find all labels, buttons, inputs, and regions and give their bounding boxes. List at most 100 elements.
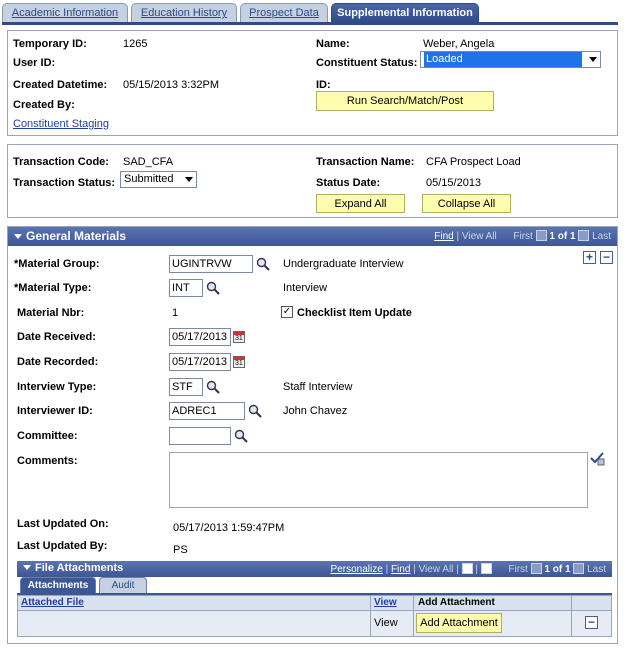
grid-icon[interactable] <box>480 563 492 574</box>
personalize-link[interactable]: Personalize <box>331 564 383 575</box>
tab-prospect-data[interactable]: Prospect Data <box>240 3 328 23</box>
checklist-item-update-checkbox[interactable]: ✓ <box>281 306 293 318</box>
status-date-label: Status Date: <box>316 177 381 189</box>
tab-supplemental-information[interactable]: Supplemental Information <box>331 3 479 23</box>
nav-separator: | <box>456 231 460 242</box>
view-all-text: View All <box>418 564 454 575</box>
date-received-input[interactable]: 05/17/2013 <box>169 328 231 346</box>
name-value: Weber, Angela <box>423 38 495 50</box>
transaction-status-label: Transaction Status: <box>13 177 116 189</box>
tab-education-history[interactable]: Education History <box>131 3 237 23</box>
material-group-description: Undergraduate Interview <box>283 258 404 270</box>
next-arrow-icon[interactable] <box>578 230 590 241</box>
material-group-input[interactable]: UGINTRVW <box>169 255 253 273</box>
header-panel: Temporary ID: 1265 User ID: Created Date… <box>7 30 618 136</box>
column-divider <box>413 611 414 636</box>
committee-input[interactable] <box>169 427 231 445</box>
interviewer-id-input[interactable]: ADREC1 <box>169 402 245 420</box>
attached-file-column-header[interactable]: Attached File <box>21 597 84 608</box>
delete-row-button[interactable]: − <box>600 251 613 264</box>
last-text: Last <box>587 564 606 575</box>
row-count: 1 of 1 <box>549 231 576 242</box>
temporary-id-value: 1265 <box>123 38 148 50</box>
interviewer-name: John Chavez <box>283 405 348 417</box>
last-updated-by-value: PS <box>173 544 188 556</box>
subtab-attachments[interactable]: Attachments <box>20 577 96 593</box>
date-recorded-label: Date Recorded: <box>17 356 99 368</box>
tab-academic-information[interactable]: Academic Information <box>2 3 128 23</box>
run-search-match-post-button[interactable]: Run Search/Match/Post <box>316 91 494 111</box>
constituent-staging-link[interactable]: Constituent Staging <box>13 118 109 130</box>
material-nbr-label: Material Nbr: <box>17 307 85 319</box>
last-text: Last <box>592 231 611 242</box>
next-arrow-icon[interactable] <box>573 563 585 574</box>
first-text: First <box>513 231 533 242</box>
material-type-label: *Material Type: <box>14 282 92 294</box>
calendar-icon[interactable] <box>233 356 245 368</box>
constituent-status-label: Constituent Status: <box>316 57 418 69</box>
view-column-header[interactable]: View <box>374 597 397 608</box>
material-type-description: Interview <box>283 282 328 294</box>
date-received-label: Date Received: <box>17 331 96 343</box>
attachments-grid-header: Attached File View Add Attachment <box>17 595 612 611</box>
material-group-label: *Material Group: <box>14 258 100 270</box>
lookup-icon[interactable] <box>248 404 262 418</box>
add-attachment-column-header: Add Attachment <box>418 597 495 608</box>
delete-row-button[interactable]: − <box>585 616 598 629</box>
name-label: Name: <box>316 38 350 50</box>
transaction-name-value: CFA Prospect Load <box>426 156 521 168</box>
status-date-value: 05/15/2013 <box>426 177 482 189</box>
row-count: 1 of 1 <box>544 564 571 575</box>
interview-type-input[interactable]: STF <box>169 378 203 396</box>
find-link[interactable]: Find <box>391 564 410 575</box>
material-type-input[interactable]: INT <box>169 279 203 297</box>
user-id-label: User ID: <box>13 57 56 69</box>
previous-arrow-icon[interactable] <box>530 563 542 574</box>
lookup-icon[interactable] <box>256 257 270 271</box>
calendar-icon[interactable] <box>233 331 245 343</box>
general-materials-nav: Find | View All First 1 of 1 Last <box>434 227 611 247</box>
interviewer-id-label: Interviewer ID: <box>17 405 93 417</box>
constituent-status-select[interactable]: Loaded <box>420 51 601 68</box>
table-row: View Add Attachment − <box>17 611 612 637</box>
created-datetime-value: 05/15/2013 3:32PM <box>123 79 220 91</box>
transaction-code-value: SAD_CFA <box>123 156 174 168</box>
transaction-name-label: Transaction Name: <box>316 156 415 168</box>
spell-check-icon[interactable] <box>589 450 605 466</box>
expand-all-button[interactable]: Expand All <box>316 194 405 213</box>
collapse-triangle-icon[interactable] <box>23 565 31 570</box>
column-divider <box>370 611 371 636</box>
file-attachments-nav: Personalize | Find | View All | | First … <box>330 563 606 575</box>
previous-arrow-icon[interactable] <box>535 230 547 241</box>
chevron-down-icon <box>589 57 597 62</box>
last-updated-on-value: 05/17/2013 1:59:47PM <box>173 522 285 534</box>
first-text: First <box>508 564 528 575</box>
column-divider <box>413 595 414 611</box>
download-icon[interactable] <box>461 563 473 574</box>
comments-label: Comments: <box>17 455 78 467</box>
transaction-status-select[interactable]: Submitted <box>120 171 197 188</box>
chevron-down-icon <box>185 177 193 182</box>
collapse-triangle-icon[interactable] <box>14 234 22 239</box>
collapse-all-button[interactable]: Collapse All <box>422 194 511 213</box>
view-cell: View <box>374 617 398 629</box>
column-divider <box>571 611 572 636</box>
last-updated-on-label: Last Updated On: <box>17 518 109 530</box>
tab-underline <box>2 22 618 25</box>
column-divider <box>370 595 371 611</box>
interview-type-description: Staff Interview <box>283 381 353 393</box>
date-recorded-input[interactable]: 05/17/2013 <box>169 353 231 371</box>
lookup-icon[interactable] <box>234 429 248 443</box>
add-attachment-button[interactable]: Add Attachment <box>416 613 502 633</box>
created-by-label: Created By: <box>13 99 75 111</box>
lookup-icon[interactable] <box>206 281 220 295</box>
subtab-audit[interactable]: Audit <box>99 577 147 593</box>
add-row-button[interactable]: + <box>583 251 596 264</box>
find-link[interactable]: Find <box>434 231 453 242</box>
constituent-status-value: Loaded <box>424 52 582 67</box>
comments-textarea[interactable] <box>169 452 588 508</box>
committee-label: Committee: <box>17 430 78 442</box>
checklist-item-update-label: Checklist Item Update <box>297 307 412 319</box>
lookup-icon[interactable] <box>206 380 220 394</box>
created-datetime-label: Created Datetime: <box>13 79 108 91</box>
